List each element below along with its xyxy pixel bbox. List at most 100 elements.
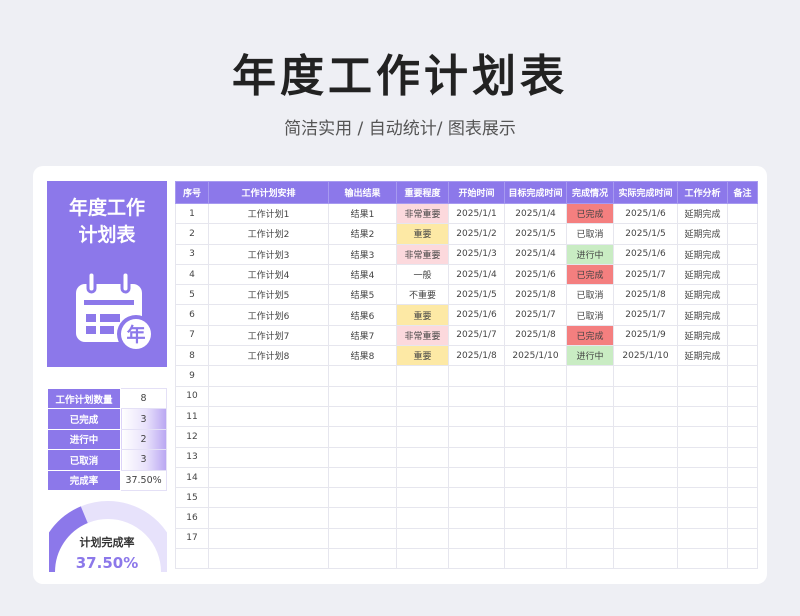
cell-actual[interactable] [613,385,678,407]
cell-target[interactable] [504,527,567,550]
cell-plan[interactable] [208,548,329,570]
cell-output[interactable] [328,405,397,428]
cell-note[interactable] [727,324,758,347]
cell-start[interactable] [448,365,505,387]
cell-target[interactable] [504,446,567,468]
cell-start[interactable]: 2025/1/4 [448,263,505,286]
cell-plan[interactable] [208,527,329,550]
cell-no[interactable]: 7 [175,324,209,347]
cell-actual[interactable] [613,487,678,509]
cell-level[interactable] [396,466,449,489]
cell-actual[interactable]: 2025/1/6 [613,243,678,265]
cell-output[interactable] [328,548,397,570]
cell-actual[interactable]: 2025/1/7 [613,263,678,286]
cell-level[interactable]: 非常重要 [396,324,449,347]
cell-note[interactable] [727,263,758,286]
cell-status[interactable]: 已取消 [566,284,614,306]
cell-target[interactable]: 2025/1/10 [504,345,567,367]
cell-actual[interactable] [613,365,678,387]
cell-status[interactable]: 进行中 [566,345,614,367]
cell-target[interactable]: 2025/1/6 [504,263,567,286]
cell-output[interactable]: 结果4 [328,263,397,286]
cell-note[interactable] [727,243,758,265]
cell-plan[interactable]: 工作计划5 [208,284,329,306]
cell-analysis[interactable]: 延期完成 [677,345,728,367]
cell-status[interactable] [566,365,614,387]
cell-plan[interactable] [208,507,329,529]
cell-analysis[interactable]: 延期完成 [677,284,728,306]
cell-status[interactable]: 已完成 [566,202,614,225]
cell-level[interactable] [396,507,449,529]
cell-target[interactable] [504,487,567,509]
cell-target[interactable]: 2025/1/8 [504,324,567,347]
cell-actual[interactable]: 2025/1/5 [613,223,678,245]
cell-start[interactable]: 2025/1/8 [448,345,505,367]
cell-target[interactable] [504,426,567,448]
cell-output[interactable] [328,446,397,468]
cell-level[interactable]: 重要 [396,223,449,245]
cell-actual[interactable] [613,527,678,550]
cell-output[interactable] [328,426,397,448]
cell-target[interactable] [504,548,567,570]
cell-actual[interactable] [613,507,678,529]
cell-status[interactable] [566,487,614,509]
cell-note[interactable] [727,487,758,509]
cell-plan[interactable]: 工作计划3 [208,243,329,265]
cell-analysis[interactable]: 延期完成 [677,202,728,225]
cell-actual[interactable]: 2025/1/6 [613,202,678,225]
cell-start[interactable] [448,446,505,468]
cell-analysis[interactable]: 延期完成 [677,263,728,286]
cell-output[interactable]: 结果7 [328,324,397,347]
cell-output[interactable]: 结果1 [328,202,397,225]
cell-actual[interactable] [613,405,678,428]
cell-target[interactable]: 2025/1/5 [504,223,567,245]
cell-note[interactable] [727,202,758,225]
cell-start[interactable]: 2025/1/1 [448,202,505,225]
cell-status[interactable] [566,446,614,468]
cell-start[interactable] [448,507,505,529]
cell-level[interactable] [396,548,449,570]
cell-plan[interactable] [208,426,329,448]
cell-no[interactable]: 2 [175,223,209,245]
cell-analysis[interactable] [677,507,728,529]
cell-analysis[interactable]: 延期完成 [677,223,728,245]
cell-level[interactable] [396,426,449,448]
cell-level[interactable] [396,487,449,509]
cell-note[interactable] [727,466,758,489]
cell-note[interactable] [727,365,758,387]
cell-no[interactable]: 17 [175,527,209,550]
cell-actual[interactable] [613,446,678,468]
cell-no[interactable]: 11 [175,405,209,428]
cell-note[interactable] [727,385,758,407]
cell-analysis[interactable] [677,527,728,550]
cell-target[interactable] [504,405,567,428]
cell-no[interactable]: 6 [175,304,209,326]
cell-no[interactable]: 16 [175,507,209,529]
cell-output[interactable]: 结果5 [328,284,397,306]
cell-plan[interactable]: 工作计划2 [208,223,329,245]
cell-plan[interactable]: 工作计划7 [208,324,329,347]
cell-status[interactable]: 已完成 [566,263,614,286]
cell-output[interactable] [328,365,397,387]
cell-level[interactable]: 不重要 [396,284,449,306]
cell-output[interactable] [328,385,397,407]
cell-level[interactable] [396,446,449,468]
cell-note[interactable] [727,223,758,245]
cell-analysis[interactable] [677,466,728,489]
cell-output[interactable]: 结果2 [328,223,397,245]
cell-analysis[interactable]: 延期完成 [677,324,728,347]
cell-level[interactable] [396,365,449,387]
cell-level[interactable]: 一般 [396,263,449,286]
cell-target[interactable] [504,365,567,387]
cell-output[interactable]: 结果8 [328,345,397,367]
cell-analysis[interactable]: 延期完成 [677,304,728,326]
cell-plan[interactable]: 工作计划4 [208,263,329,286]
cell-no[interactable]: 5 [175,284,209,306]
cell-actual[interactable] [613,466,678,489]
cell-target[interactable] [504,385,567,407]
cell-level[interactable]: 非常重要 [396,202,449,225]
cell-note[interactable] [727,446,758,468]
cell-start[interactable] [448,426,505,448]
cell-no[interactable]: 15 [175,487,209,509]
cell-start[interactable]: 2025/1/3 [448,243,505,265]
